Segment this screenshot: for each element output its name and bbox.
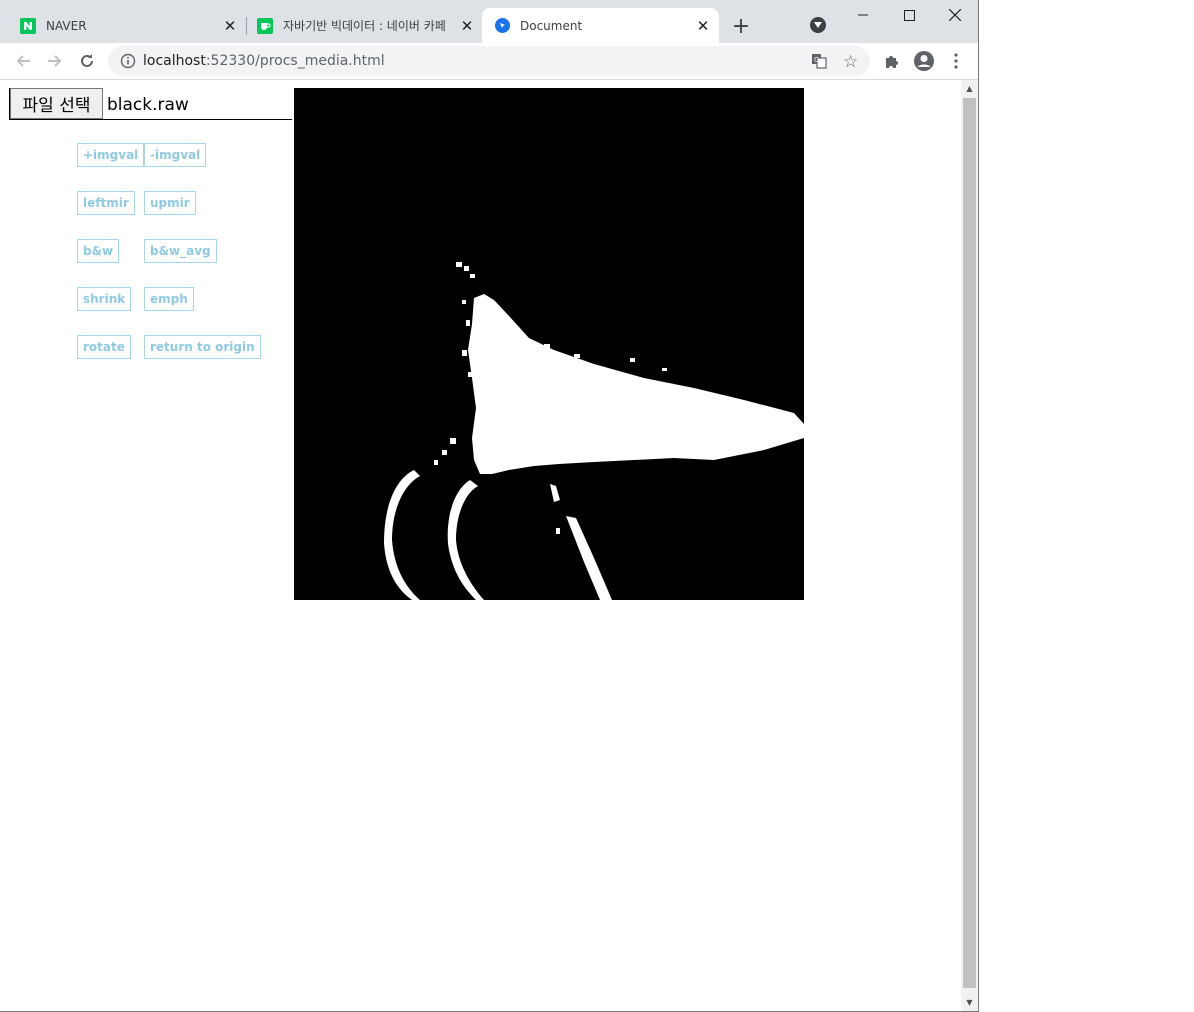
bw-button[interactable]: b&w: [77, 239, 120, 263]
site-info-icon[interactable]: [120, 53, 136, 73]
url-text: localhost:52330/procs_media.html: [143, 53, 385, 69]
svg-text:G: G: [814, 56, 819, 64]
page-content: 파일 선택 black.raw +imgval -imgval leftmir …: [0, 80, 961, 1011]
tab-document[interactable]: Document ✕: [482, 8, 719, 43]
scroll-up-arrow-icon[interactable]: ▲: [961, 80, 978, 97]
vertical-scrollbar[interactable]: ▲ ▼: [961, 80, 978, 1011]
bw-avg-button[interactable]: b&w_avg: [144, 239, 217, 263]
forward-arrow-icon[interactable]: [43, 49, 67, 73]
bookmark-star-icon[interactable]: ☆: [843, 52, 858, 72]
add-imgval-button[interactable]: +imgval: [77, 143, 145, 167]
profile-avatar-icon[interactable]: [912, 49, 936, 73]
processed-image: [294, 88, 804, 600]
return-origin-button[interactable]: return to origin: [144, 335, 261, 359]
tab-title: Document: [520, 18, 583, 33]
tab-naver-cafe[interactable]: 자바기반 빅데이터 : 네이버 카페 ✕: [237, 8, 483, 43]
more-menu-icon[interactable]: [944, 49, 968, 73]
tab-search-icon[interactable]: [810, 17, 826, 33]
upmir-button[interactable]: upmir: [144, 191, 196, 215]
close-window-button[interactable]: [932, 0, 978, 30]
reload-icon[interactable]: [75, 49, 99, 73]
naver-cafe-icon: [257, 17, 273, 34]
tab-title: NAVER: [46, 18, 87, 33]
file-input[interactable]: 파일 선택 black.raw: [9, 88, 292, 120]
selected-filename: black.raw: [107, 95, 189, 115]
browser-toolbar: localhost:52330/procs_media.html G ☆: [0, 43, 978, 80]
close-tab-icon[interactable]: ✕: [459, 17, 475, 35]
close-tab-icon[interactable]: ✕: [695, 17, 711, 35]
address-bar[interactable]: localhost:52330/procs_media.html G ☆: [108, 46, 870, 76]
naver-n-icon: [20, 17, 36, 34]
sub-imgval-button[interactable]: -imgval: [144, 143, 207, 167]
scroll-down-arrow-icon[interactable]: ▼: [961, 994, 978, 1011]
close-tab-icon[interactable]: ✕: [222, 17, 238, 35]
emph-button[interactable]: emph: [144, 287, 194, 311]
minimize-button[interactable]: [840, 0, 886, 30]
tab-strip: NAVER ✕ 자바기반 빅데이터 : 네이버 카페 ✕ Document ✕ …: [0, 0, 978, 43]
rotate-button[interactable]: rotate: [77, 335, 131, 359]
leftmir-button[interactable]: leftmir: [77, 191, 135, 215]
choose-file-button[interactable]: 파일 선택: [10, 88, 103, 119]
tab-naver[interactable]: NAVER ✕: [0, 8, 246, 43]
extensions-puzzle-icon[interactable]: [880, 49, 904, 73]
url-host: localhost: [143, 53, 206, 69]
translate-icon[interactable]: G: [811, 53, 827, 73]
shrink-button[interactable]: shrink: [77, 287, 132, 311]
image-canvas: [294, 88, 804, 600]
browser-window: NAVER ✕ 자바기반 빅데이터 : 네이버 카페 ✕ Document ✕ …: [0, 0, 979, 1012]
tab-title: 자바기반 빅데이터 : 네이버 카페: [283, 19, 446, 33]
document-globe-icon: [495, 18, 510, 33]
back-arrow-icon[interactable]: [11, 49, 35, 73]
scrollbar-thumb[interactable]: [963, 98, 976, 988]
url-path: :52330/procs_media.html: [205, 53, 385, 69]
maximize-button[interactable]: [886, 0, 932, 30]
new-tab-button[interactable]: +: [729, 14, 753, 39]
